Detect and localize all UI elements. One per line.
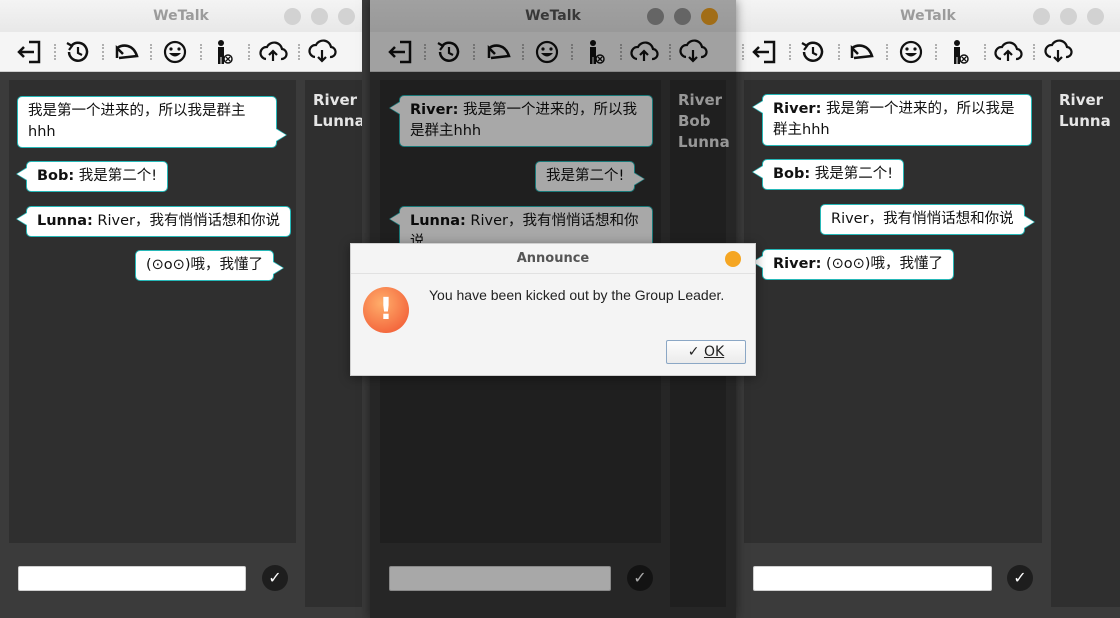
message-text: River，我有悄悄话想和你说: [92, 213, 280, 229]
close-button[interactable]: [701, 8, 718, 25]
toolbar: [736, 32, 1120, 72]
close-button[interactable]: [1087, 8, 1104, 25]
message-text: 我是第二个!: [546, 168, 625, 184]
user-list-item[interactable]: Lunna: [1059, 111, 1112, 132]
send-button[interactable]: ✓: [627, 565, 653, 591]
dialog-message: You have been kicked out by the Group Le…: [429, 287, 725, 303]
emoji-icon[interactable]: [896, 38, 926, 66]
check-icon: ✓: [687, 344, 700, 360]
emoji-icon[interactable]: [532, 38, 562, 66]
logout-icon[interactable]: [385, 38, 415, 66]
user-list-item[interactable]: River: [678, 90, 722, 111]
user-list-item[interactable]: River: [1059, 90, 1112, 111]
user-list: River Lunna: [1051, 80, 1120, 607]
window-title: WeTalk: [153, 8, 209, 24]
chat-message: (⊙o⊙)哦，我懂了: [135, 250, 284, 281]
message-text: River，我有悄悄话想和你说: [831, 211, 1014, 227]
send-button[interactable]: ✓: [262, 565, 288, 591]
undo-icon[interactable]: [111, 38, 141, 66]
dialog-title: Announce: [351, 244, 755, 274]
message-area[interactable]: 我是第一个进来的，所以我是群主hhh Bob: 我是第二个! Lunna: Ri…: [9, 80, 296, 543]
maximize-button[interactable]: [1060, 8, 1077, 25]
ok-button[interactable]: ✓ OK: [666, 340, 746, 364]
maximize-button[interactable]: [674, 8, 691, 25]
ok-button-label: OK: [703, 344, 725, 360]
window-titlebar[interactable]: WeTalk: [736, 0, 1120, 32]
message-area[interactable]: River: 我是第一个进来的，所以我是群主hhh Bob: 我是第二个! Ri…: [744, 80, 1042, 543]
message-input[interactable]: [18, 566, 246, 591]
history-icon[interactable]: [798, 38, 828, 66]
user-list-item[interactable]: Bob: [678, 111, 718, 132]
chat-message: 我是第一个进来的，所以我是群主hhh: [17, 96, 287, 148]
minimize-button[interactable]: [647, 8, 664, 25]
message-input[interactable]: [753, 566, 992, 591]
chat-message: Bob: 我是第二个!: [16, 161, 169, 192]
message-text: (⊙o⊙)哦，我懂了: [821, 256, 943, 272]
logout-icon[interactable]: [14, 38, 44, 66]
chat-window-right: WeTalk River: 我是第一个进来的，所以我是群主hhh Bob: 我是…: [736, 0, 1120, 618]
chat-message: Lunna: River，我有悄悄话想和你说: [16, 206, 291, 237]
message-sender: Bob:: [773, 166, 811, 182]
message-text: 我是第一个进来的，所以我是群主hhh: [28, 103, 246, 140]
chat-message: River: (⊙o⊙)哦，我懂了: [752, 249, 954, 280]
upload-icon[interactable]: [993, 38, 1023, 66]
user-list-item[interactable]: River: [313, 90, 362, 111]
message-text: (⊙o⊙)哦，我懂了: [146, 257, 263, 273]
history-icon[interactable]: [63, 38, 93, 66]
toolbar: [0, 32, 362, 72]
kick-user-icon[interactable]: [208, 38, 238, 66]
window-title: WeTalk: [525, 8, 581, 24]
chat-message: 我是第二个!: [535, 161, 646, 192]
message-sender: River:: [773, 256, 822, 272]
kick-user-icon[interactable]: [944, 38, 974, 66]
message-sender: Lunna:: [37, 213, 93, 229]
upload-icon[interactable]: [629, 38, 659, 66]
message-input[interactable]: [389, 566, 611, 591]
download-icon[interactable]: [678, 38, 708, 66]
dialog-close-button[interactable]: [725, 251, 741, 267]
chat-message: River，我有悄悄话想和你说: [820, 204, 1035, 235]
minimize-button[interactable]: [284, 8, 301, 25]
chat-window-left: WeTalk 我是第一个进来的，所以我是群主hhh Bob: 我是第二个! Lu…: [0, 0, 362, 618]
download-icon[interactable]: [307, 38, 337, 66]
message-text: 我是第二个!: [810, 166, 894, 182]
window-titlebar[interactable]: WeTalk: [0, 0, 362, 32]
maximize-button[interactable]: [311, 8, 328, 25]
message-sender: Bob:: [37, 168, 75, 184]
toolbar: [370, 32, 736, 72]
close-button[interactable]: [338, 8, 355, 25]
warning-icon: !: [363, 287, 409, 333]
message-sender: River:: [410, 102, 459, 118]
message-sender: River:: [773, 101, 822, 117]
history-icon[interactable]: [434, 38, 464, 66]
minimize-button[interactable]: [1033, 8, 1050, 25]
chat-message: River: 我是第一个进来的，所以我是群主hhh: [752, 94, 1032, 146]
kick-user-icon[interactable]: [580, 38, 610, 66]
message-text: 我是第二个!: [74, 168, 158, 184]
user-list-item[interactable]: Lunna: [313, 111, 362, 132]
undo-icon[interactable]: [846, 38, 876, 66]
chat-message: Bob: 我是第二个!: [752, 159, 905, 190]
emoji-icon[interactable]: [160, 38, 190, 66]
upload-icon[interactable]: [258, 38, 288, 66]
user-list-item[interactable]: Lunna: [678, 132, 730, 153]
message-sender: Lunna:: [410, 213, 466, 229]
undo-icon[interactable]: [483, 38, 513, 66]
logout-icon[interactable]: [749, 38, 779, 66]
announce-dialog: Announce ! You have been kicked out by t…: [350, 243, 756, 376]
chat-message: River: 我是第一个进来的，所以我是群主hhh: [389, 95, 653, 147]
window-titlebar[interactable]: WeTalk: [370, 0, 736, 32]
download-icon[interactable]: [1043, 38, 1073, 66]
window-title: WeTalk: [900, 8, 956, 24]
send-button[interactable]: ✓: [1007, 565, 1033, 591]
